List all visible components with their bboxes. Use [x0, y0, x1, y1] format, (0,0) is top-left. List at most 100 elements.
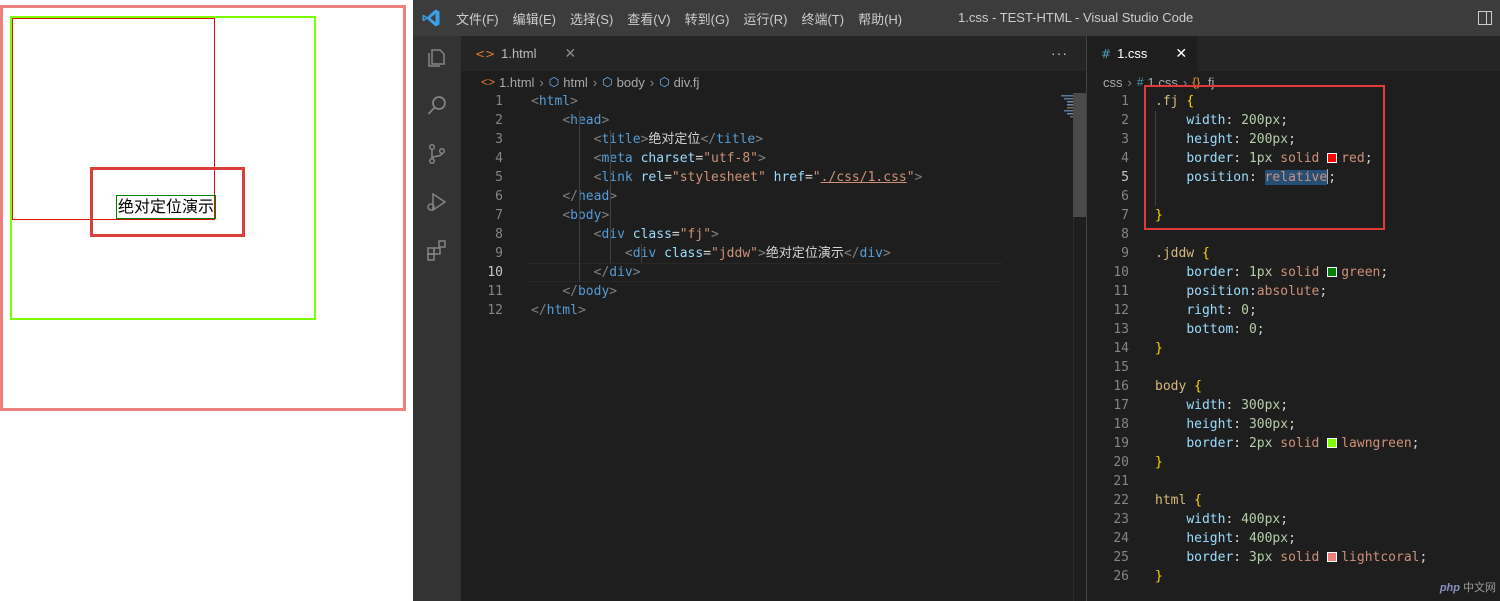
code-line[interactable]: 19 border: 2px solid lawngreen;: [1087, 434, 1500, 453]
code-token: "utf-8": [703, 151, 759, 166]
line-number: 16: [1113, 379, 1129, 394]
code-line[interactable]: 17 width: 300px;: [1087, 396, 1500, 415]
code-token: solid: [1280, 436, 1320, 451]
code-token: lightcoral: [1341, 550, 1420, 565]
tab-label: 1.css: [1117, 46, 1148, 61]
code-line[interactable]: 2 <head>: [461, 111, 1086, 130]
code-token: body: [577, 284, 610, 299]
tab-1-html[interactable]: <> 1.html ✕: [461, 36, 586, 71]
code-line[interactable]: 13 bottom: 0;: [1087, 320, 1500, 339]
code-text: <title>绝对定位</title>: [531, 130, 763, 149]
code-line[interactable]: 8 <div class="fj">: [461, 225, 1086, 244]
color-swatch[interactable]: [1327, 267, 1338, 277]
code-line[interactable]: 25 border: 3px solid lightcoral;: [1087, 548, 1500, 567]
color-swatch[interactable]: [1327, 552, 1338, 562]
menu-item[interactable]: 文件(F): [456, 9, 499, 28]
code-line[interactable]: 5 <link rel="stylesheet" href="./css/1.c…: [461, 168, 1086, 187]
code-line[interactable]: 21: [1087, 472, 1500, 491]
code-text: border: 2px solid lawngreen;: [1155, 434, 1419, 453]
code-token: :: [1233, 436, 1249, 451]
code-token: =: [804, 170, 813, 185]
line-number: 21: [1113, 474, 1129, 489]
code-text: </div>: [531, 263, 641, 282]
color-swatch[interactable]: [1327, 438, 1338, 448]
code-token: 400px: [1248, 531, 1289, 546]
code-token: ;: [1380, 265, 1389, 280]
code-token: "fj": [679, 227, 712, 242]
code-line[interactable]: 10 border: 1px solid green;: [1087, 263, 1500, 282]
breadcrumb-item[interactable]: ⬡ div.fj: [659, 75, 699, 90]
menu-item[interactable]: 运行(R): [743, 9, 787, 28]
line-number: 11: [1113, 284, 1129, 299]
code-token: class: [632, 227, 672, 242]
toggle-layout-icon[interactable]: [1478, 11, 1492, 25]
code-text: right: 0;: [1155, 301, 1256, 320]
chevron-right-icon: ›: [539, 74, 544, 90]
code-line[interactable]: 24 height: 400px;: [1087, 529, 1500, 548]
code-line[interactable]: 15: [1087, 358, 1500, 377]
code-line[interactable]: 1 <html>: [461, 92, 1086, 111]
code-line[interactable]: 10 </div>: [461, 263, 1086, 282]
menu-item[interactable]: 帮助(H): [858, 9, 902, 28]
close-icon[interactable]: ✕: [1175, 45, 1187, 62]
code-line[interactable]: 7 <body>: [461, 206, 1086, 225]
menu-item[interactable]: 终端(T): [801, 9, 844, 28]
code-line[interactable]: 16 body {: [1087, 377, 1500, 396]
code-text: bottom: 0;: [1155, 320, 1265, 339]
code-line[interactable]: 12 right: 0;: [1087, 301, 1500, 320]
tab-1-css[interactable]: # 1.css ✕: [1087, 36, 1198, 71]
code-text: .jddw {: [1155, 244, 1210, 263]
code-token: ;: [1256, 322, 1265, 337]
code-token: ": [906, 170, 915, 185]
code-line[interactable]: 4 <meta charset="utf-8">: [461, 149, 1086, 168]
code-line[interactable]: 26}: [1087, 567, 1500, 586]
code-line[interactable]: 12 </html>: [461, 301, 1086, 320]
code-text: <div class="fj">: [531, 225, 719, 244]
code-text: width: 400px;: [1155, 510, 1288, 529]
breadcrumb-item[interactable]: ⬡ body: [602, 75, 645, 90]
code-token: >: [609, 284, 618, 299]
extensions-icon[interactable]: [425, 238, 449, 262]
code-token: :: [1225, 512, 1242, 527]
close-icon[interactable]: ✕: [565, 45, 577, 62]
code-line[interactable]: 20}: [1087, 453, 1500, 472]
run-debug-icon[interactable]: [425, 190, 449, 214]
code-token: ;: [1419, 550, 1428, 565]
code-token: </: [562, 284, 578, 299]
code-token: absolute: [1256, 284, 1320, 299]
source-control-icon[interactable]: [425, 142, 449, 166]
menu-item[interactable]: 编辑(E): [513, 9, 556, 28]
chevron-right-icon: ›: [1127, 74, 1132, 90]
scrollbar-thumb[interactable]: [1073, 93, 1086, 217]
menu-item[interactable]: 选择(S): [570, 9, 613, 28]
search-icon[interactable]: [425, 94, 449, 118]
line-number: 15: [1113, 360, 1129, 375]
code-line[interactable]: 11 position:absolute;: [1087, 282, 1500, 301]
code-line[interactable]: 9 <div class="jddw">绝对定位演示</div>: [461, 244, 1086, 263]
editor-group-html: <> 1.html ✕ ··· <> 1.html › ⬡ html › ⬡ body › ⬡ di…: [461, 36, 1113, 601]
line-number: 2: [495, 113, 503, 128]
code-line[interactable]: 11 </body>: [461, 282, 1086, 301]
explorer-icon[interactable]: [425, 46, 449, 70]
code-token: div: [609, 265, 633, 280]
code-text: }: [1155, 453, 1163, 472]
code-area[interactable]: 1 <html> 2 <head> 3 <title>绝对定位</title> 4 <m…: [461, 92, 1086, 320]
breadcrumb-item[interactable]: ⬡ html: [549, 75, 588, 90]
code-line[interactable]: 14}: [1087, 339, 1500, 358]
menu-item[interactable]: 转到(G): [685, 9, 730, 28]
breadcrumb-item[interactable]: css: [1103, 75, 1123, 90]
breadcrumb-item[interactable]: <> 1.html: [481, 75, 534, 90]
more-actions-icon[interactable]: ···: [1051, 45, 1068, 61]
code-line[interactable]: 3 <title>绝对定位</title>: [461, 130, 1086, 149]
code-line[interactable]: 23 width: 400px;: [1087, 510, 1500, 529]
code-token: rel: [640, 170, 665, 185]
code-line[interactable]: 18 height: 300px;: [1087, 415, 1500, 434]
menu-item[interactable]: 查看(V): [627, 9, 670, 28]
watermark: php 中文网: [1440, 579, 1496, 595]
code-line[interactable]: 9 .jddw {: [1087, 244, 1500, 263]
code-token: </: [531, 303, 547, 318]
code-line[interactable]: 6 </head>: [461, 187, 1086, 206]
code-line[interactable]: 22 html {: [1087, 491, 1500, 510]
